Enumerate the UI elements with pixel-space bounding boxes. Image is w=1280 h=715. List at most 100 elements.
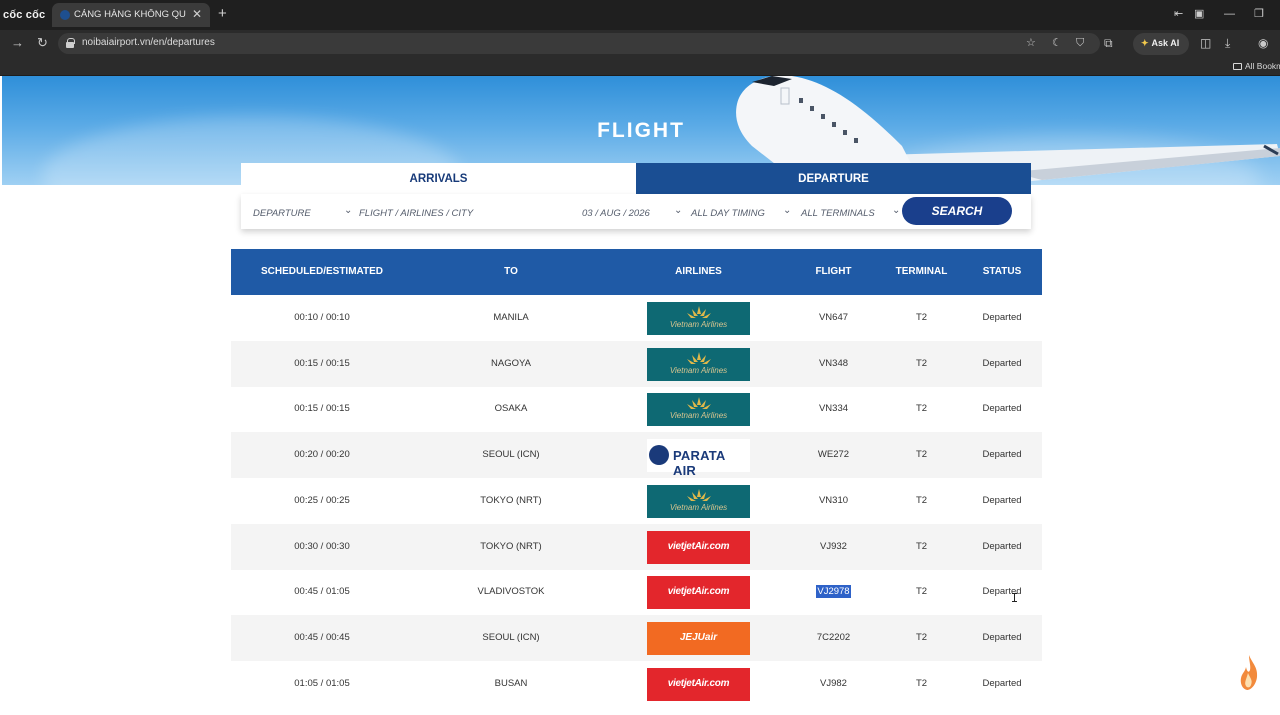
flight-number-cell: 7C2202 (816, 631, 851, 643)
vietjet-logo: vietjetAir.com (647, 576, 750, 610)
chevron-down-icon[interactable]: ⌄ (783, 205, 791, 216)
status-cell: Departed (982, 403, 1022, 415)
header-flight: FLIGHT (815, 266, 852, 277)
terminal-cell: T2 (915, 494, 928, 506)
terminal-cell: T2 (915, 403, 928, 415)
flight-number-cell: VN334 (818, 403, 849, 415)
airline-name: JEJUair (679, 631, 718, 643)
header-terminal: TERMINAL (895, 266, 948, 277)
reload-icon[interactable]: ↻ (37, 35, 48, 51)
date-picker[interactable]: 03 / AUG / 2026 (582, 208, 650, 219)
new-tab-icon[interactable]: + (218, 5, 227, 23)
parata-globe-icon (649, 445, 669, 466)
scheduled-time-cell: 00:45 / 01:05 (294, 586, 350, 598)
extensions-icon[interactable]: ⧉ (1104, 35, 1113, 51)
jeju-air-logo: JEJUair (647, 621, 750, 655)
airline-name: Vietnam Airlines (669, 411, 728, 421)
text-cursor (1012, 593, 1018, 602)
all-bookmarks-folder[interactable]: All Bookm (1233, 61, 1280, 71)
status-cell: Departed (982, 357, 1022, 369)
browser-tab[interactable]: CẢNG HÀNG KHÔNG QUỐ ✕ (52, 3, 210, 27)
scheduled-time-cell: 01:05 / 01:05 (294, 677, 350, 689)
timing-select[interactable]: ALL DAY TIMING (691, 208, 765, 219)
terminal-select[interactable]: ALL TERMINALS (801, 208, 875, 219)
airline-name: Vietnam Airlines (669, 320, 728, 329)
lotus-icon (687, 488, 711, 501)
table-row: 00:30 / 00:30 TOKYO (NRT) vietjetAir.com VJ… (231, 523, 1042, 570)
airline-name: vietjetAir.com (667, 586, 730, 598)
destination-cell: TOKYO (NRT) (480, 494, 542, 506)
scheduled-time-cell: 00:45 / 00:45 (294, 631, 350, 643)
flight-number-cell: WE272 (817, 449, 850, 461)
browser-brand: cốc cốc (3, 9, 46, 21)
profile-avatar-icon[interactable]: ◉ (1258, 35, 1268, 51)
header-scheduled: SCHEDULED/ESTIMATED (260, 266, 384, 277)
destination-cell: SEOUL (ICN) (482, 631, 540, 643)
flight-number-cell: VJ982 (820, 677, 847, 689)
address-bar[interactable]: noibaiairport.vn/en/departures ☆ ☾ ⛉ (58, 33, 1100, 54)
scheduled-time-cell: 00:15 / 00:15 (294, 403, 350, 415)
vietnam-airlines-logo: Vietnam Airlines (647, 302, 750, 335)
terminal-cell: T2 (915, 677, 928, 689)
tab-arrivals[interactable]: ARRIVALS (241, 163, 636, 194)
search-button[interactable]: SEARCH (902, 197, 1012, 225)
scheduled-time-cell: 00:20 / 00:20 (294, 449, 350, 461)
dark-mode-icon[interactable]: ☾ (1052, 36, 1062, 50)
table-row: 00:25 / 00:25 TOKYO (NRT) Vietnam Airlines… (231, 478, 1042, 524)
chevron-down-icon[interactable]: ⌄ (674, 205, 682, 216)
flight-number-cell: VJ2978 (816, 585, 851, 599)
chevron-down-icon[interactable]: ⌄ (892, 205, 900, 216)
airline-name: Vietnam Airlines (669, 365, 728, 375)
terminal-cell: T2 (915, 586, 928, 598)
lotus-icon (687, 351, 711, 364)
tab-departure[interactable]: DEPARTURE (636, 163, 1031, 194)
search-filter-bar: DEPARTURE ⌄ FLIGHT / AIRLINES / CITY 03 … (241, 194, 1031, 229)
destination-cell: VLADIVOSTOK (477, 586, 545, 598)
destination-cell: OSAKA (494, 403, 528, 415)
site-favicon-icon (60, 10, 70, 20)
table-row: 00:45 / 01:05 VLADIVOSTOK vietjetAir.com VJ… (231, 569, 1042, 615)
bookmark-star-icon[interactable]: ☆ (1026, 36, 1036, 50)
flight-number-cell: VN647 (818, 312, 849, 323)
flight-search-input[interactable]: FLIGHT / AIRLINES / CITY (359, 208, 473, 219)
close-tab-icon[interactable]: ✕ (192, 7, 202, 21)
type-select[interactable]: DEPARTURE (253, 208, 311, 219)
lotus-icon (687, 306, 711, 318)
destination-cell: SEOUL (ICN) (482, 449, 540, 461)
airline-name: vietjetAir.com (667, 540, 730, 552)
url-text: noibaiairport.vn/en/departures (82, 37, 215, 48)
vietnam-airlines-logo: Vietnam Airlines (647, 484, 750, 518)
parata-air-logo: PARATA AIR (647, 439, 750, 478)
flight-number-cell: VN310 (818, 494, 849, 506)
ask-ai-button[interactable]: ✦ Ask AI (1133, 33, 1189, 55)
maximize-icon[interactable]: ❐ (1254, 8, 1264, 20)
scheduled-time-cell: 00:15 / 00:15 (294, 357, 350, 369)
lotus-icon (687, 397, 711, 410)
vietnam-airlines-logo: Vietnam Airlines (647, 393, 750, 427)
table-row: 00:45 / 00:45 SEOUL (ICN) JEJUair 7C2202 T2 D… (231, 614, 1042, 661)
download-icon[interactable]: ⤓ (1225, 35, 1230, 51)
status-cell: Departed (982, 449, 1022, 461)
flame-logo-icon (1240, 655, 1258, 690)
destination-cell: TOKYO (NRT) (480, 540, 542, 552)
status-cell: Departed (982, 586, 1022, 598)
forward-icon[interactable]: → (11, 35, 24, 51)
screenshot-icon[interactable]: ▣ (1194, 8, 1204, 20)
shield-icon[interactable]: ⛉ (1076, 36, 1084, 50)
table-row: 00:20 / 00:20 SEOUL (ICN) PARATA AIR WE272 T… (231, 432, 1042, 479)
table-row: 00:15 / 00:15 NAGOYA Vietnam Airlines VN348… (231, 340, 1042, 387)
scheduled-time-cell: 00:30 / 00:30 (294, 540, 350, 552)
terminal-cell: T2 (915, 312, 928, 323)
lock-icon (66, 38, 75, 48)
back-to-tabs-icon[interactable]: ⇤ (1174, 8, 1183, 20)
table-row: 01:05 / 01:05 BUSAN vietjetAir.com VJ982 T2 D… (231, 661, 1042, 707)
minimize-icon[interactable]: — (1224, 8, 1235, 20)
destination-cell: BUSAN (494, 677, 528, 689)
chevron-down-icon[interactable]: ⌄ (344, 205, 352, 216)
airline-name: vietjetAir.com (667, 677, 730, 689)
departures-table-header: SCHEDULED/ESTIMATED TO AIRLINES FLIGHT T… (231, 249, 1042, 295)
reading-view-icon[interactable]: ◫ (1200, 35, 1211, 51)
terminal-cell: T2 (915, 631, 928, 643)
bookmarks-bar: All Bookm (0, 58, 1280, 76)
vietjet-logo: vietjetAir.com (647, 667, 750, 701)
